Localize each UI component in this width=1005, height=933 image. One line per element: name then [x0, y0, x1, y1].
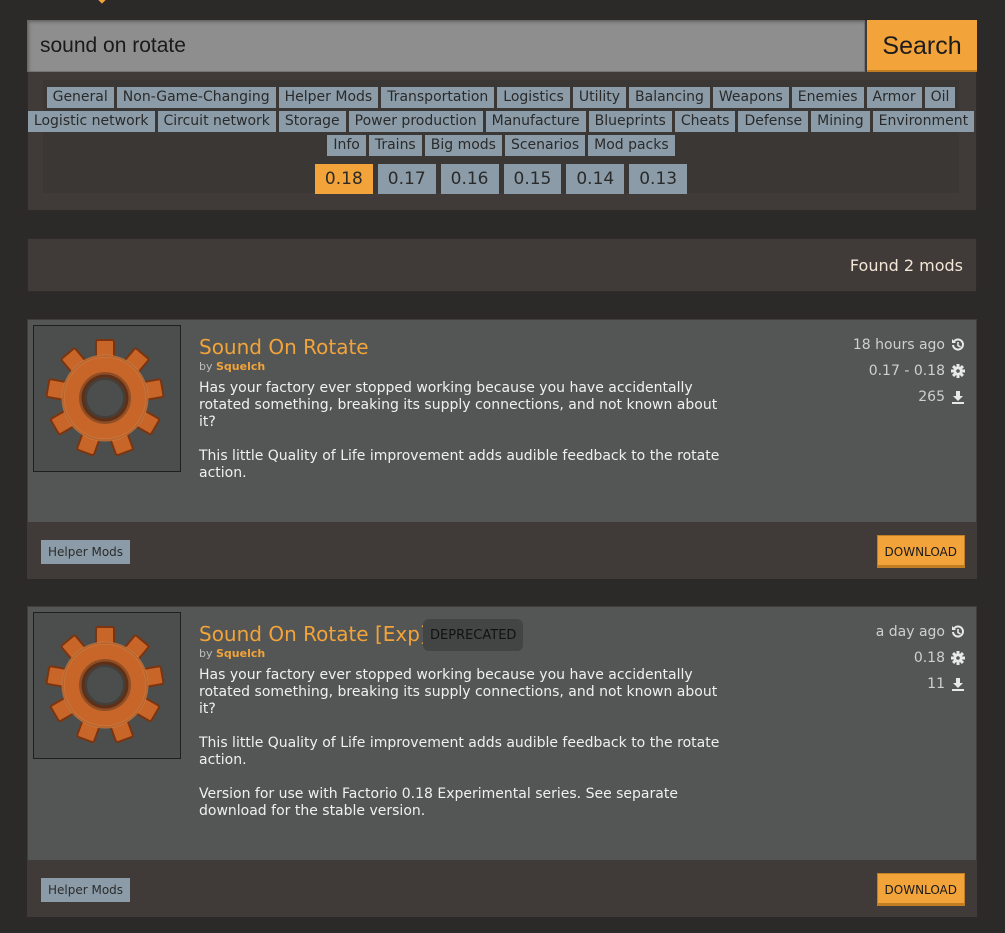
version-0-15[interactable]: 0.15	[503, 164, 562, 194]
meta-downloads: 265	[853, 389, 965, 415]
download-icon	[952, 391, 964, 404]
versions-text: 0.17 - 0.18	[868, 363, 945, 379]
version-0-14[interactable]: 0.14	[566, 164, 625, 194]
tag-circuit-network[interactable]: Circuit network	[157, 111, 276, 132]
history-icon	[952, 625, 964, 638]
tag-blueprints[interactable]: Blueprints	[588, 111, 672, 132]
tag-environment[interactable]: Environment	[872, 111, 975, 132]
tag-oil[interactable]: Oil	[924, 87, 956, 108]
mod-card-footer: Helper Mods DOWNLOAD	[27, 522, 977, 579]
mod-author-line: by Squelch	[199, 647, 265, 660]
tag-utility[interactable]: Utility	[572, 87, 627, 108]
tag-transportation[interactable]: Transportation	[381, 87, 495, 108]
mod-summary: Has your factory ever stopped working be…	[199, 380, 729, 499]
tag-row: Logistic network Circuit network Storage…	[27, 111, 975, 132]
mod-author-line: by Squelch	[199, 360, 265, 373]
gear-icon	[951, 651, 965, 665]
gear-icon	[45, 339, 165, 457]
mod-author[interactable]: Squelch	[216, 360, 265, 373]
tag-cheats[interactable]: Cheats	[674, 111, 736, 132]
by-label: by	[199, 647, 213, 660]
updated-text: 18 hours ago	[852, 337, 945, 353]
download-button[interactable]: DOWNLOAD	[877, 874, 964, 905]
version-filter: 0.18 0.17 0.16 0.15 0.14 0.13	[43, 164, 959, 194]
summary-paragraph: Has your factory ever stopped working be…	[199, 667, 718, 717]
gear-icon	[951, 364, 965, 378]
mod-thumbnail[interactable]	[33, 325, 181, 472]
results-bar: Found 2 mods	[27, 238, 977, 292]
tag-enemies[interactable]: Enemies	[791, 87, 864, 108]
tag-power-production[interactable]: Power production	[348, 111, 483, 132]
downloads-text: 265	[918, 389, 945, 405]
versions-text: 0.18	[913, 650, 945, 666]
download-button[interactable]: DOWNLOAD	[877, 536, 964, 567]
tag-non-game-changing[interactable]: Non-Game-Changing	[116, 87, 276, 108]
mod-author[interactable]: Squelch	[216, 647, 265, 660]
search-button[interactable]: Search	[867, 20, 977, 72]
mod-thumbnail[interactable]	[33, 612, 181, 759]
tag-row: Info Trains Big mods Scenarios Mod packs	[43, 135, 959, 156]
downloads-text: 11	[927, 676, 945, 692]
search-input[interactable]	[27, 20, 865, 72]
by-label: by	[199, 360, 213, 373]
summary-paragraph: Has your factory ever stopped working be…	[199, 380, 718, 430]
tag-storage[interactable]: Storage	[278, 111, 346, 132]
search-panel: Search General Non-Game-Changing Helper …	[27, 20, 977, 211]
tag-armor[interactable]: Armor	[866, 87, 922, 108]
tag-logistic-network[interactable]: Logistic network	[27, 111, 155, 132]
mod-title[interactable]: Sound On Rotate	[199, 335, 369, 359]
deprecated-badge: DEPRECATED	[423, 619, 524, 651]
mod-card: Sound On Rotate by Squelch Has your fact…	[27, 319, 977, 579]
mod-meta: a day ago 0.18 11	[876, 624, 965, 702]
search-row: Search	[27, 20, 977, 72]
download-icon	[952, 678, 964, 691]
results-count: Found 2 mods	[849, 256, 963, 275]
updated-text: a day ago	[875, 624, 945, 640]
meta-updated: a day ago	[876, 624, 965, 650]
mod-card: Sound On Rotate [Exp] DEPRECATED by Sque…	[27, 606, 977, 917]
mod-tag[interactable]: Helper Mods	[41, 540, 131, 564]
tag-mod-packs[interactable]: Mod packs	[588, 135, 675, 156]
tag-filter-area: General Non-Game-Changing Helper Mods Tr…	[27, 80, 975, 194]
tag-trains[interactable]: Trains	[368, 135, 422, 156]
mod-title[interactable]: Sound On Rotate [Exp]	[199, 622, 428, 646]
tag-helper-mods[interactable]: Helper Mods	[278, 87, 379, 108]
summary-paragraph: Version for use with Factorio 0.18 Exper…	[199, 786, 678, 819]
mod-tag[interactable]: Helper Mods	[41, 878, 131, 902]
tag-balancing[interactable]: Balancing	[629, 87, 710, 108]
version-0-18[interactable]: 0.18	[314, 164, 373, 194]
tag-scenarios[interactable]: Scenarios	[504, 135, 586, 156]
tag-weapons[interactable]: Weapons	[712, 87, 789, 108]
summary-paragraph: This little Quality of Life improvement …	[199, 448, 720, 481]
tag-info[interactable]: Info	[327, 135, 366, 156]
meta-versions: 0.18	[876, 650, 965, 676]
mod-meta: 18 hours ago 0.17 - 0.18 265	[853, 337, 965, 415]
gear-icon	[45, 626, 165, 744]
tag-mining[interactable]: Mining	[811, 111, 870, 132]
summary-paragraph: This little Quality of Life improvement …	[199, 735, 720, 768]
meta-updated: 18 hours ago	[853, 337, 965, 363]
version-0-17[interactable]: 0.17	[377, 164, 436, 194]
tag-logistics[interactable]: Logistics	[497, 87, 570, 108]
tag-manufacture[interactable]: Manufacture	[485, 111, 586, 132]
logo-fragment	[96, 0, 108, 4]
version-0-16[interactable]: 0.16	[440, 164, 499, 194]
mod-summary: Has your factory ever stopped working be…	[199, 667, 729, 837]
tag-general[interactable]: General	[46, 87, 114, 108]
tag-big-mods[interactable]: Big mods	[424, 135, 502, 156]
meta-versions: 0.17 - 0.18	[853, 363, 965, 389]
tag-defense[interactable]: Defense	[738, 111, 809, 132]
history-icon	[952, 338, 964, 351]
meta-downloads: 11	[876, 676, 965, 702]
mod-card-footer: Helper Mods DOWNLOAD	[27, 860, 977, 917]
tag-row: General Non-Game-Changing Helper Mods Tr…	[43, 87, 959, 108]
version-0-13[interactable]: 0.13	[629, 164, 688, 194]
